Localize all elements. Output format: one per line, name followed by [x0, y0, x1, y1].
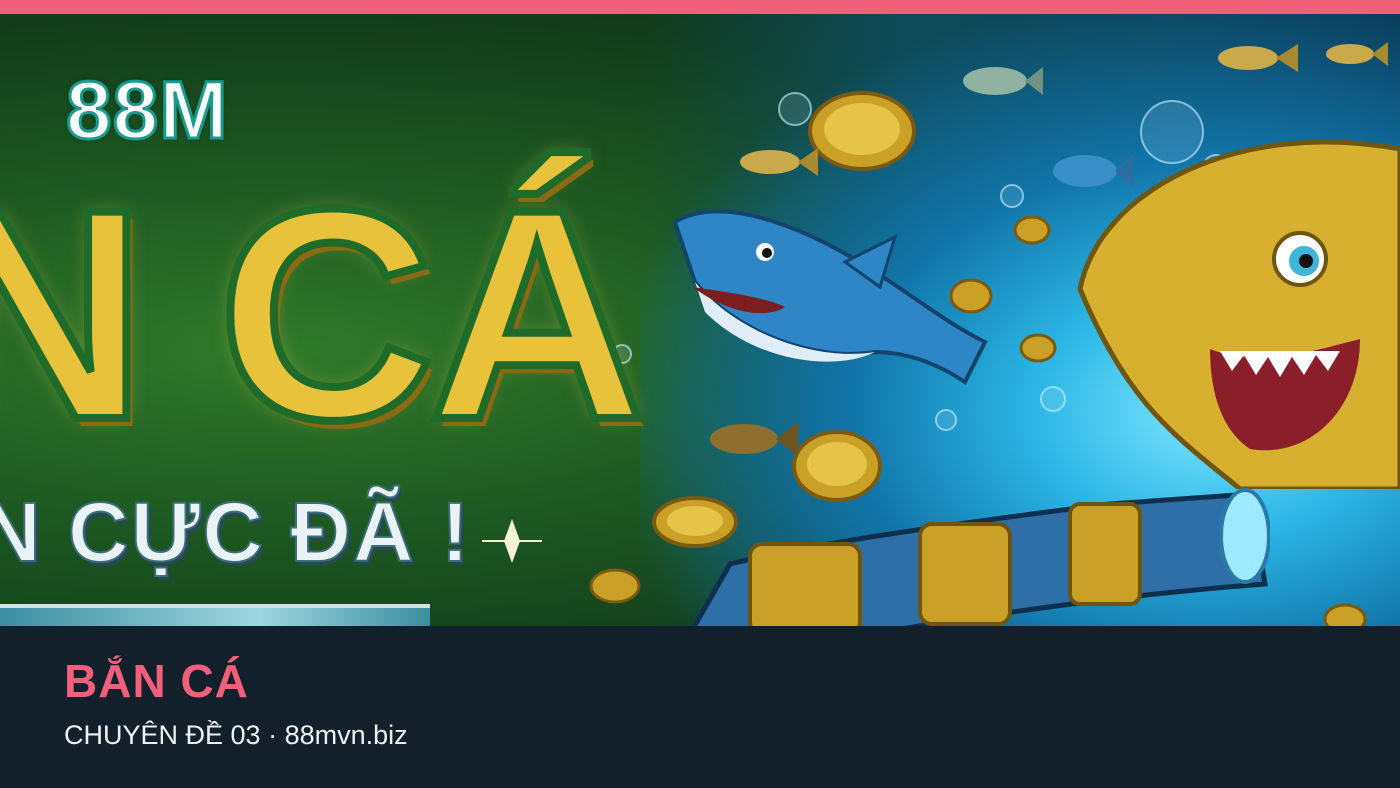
shark-icon	[672, 209, 988, 385]
hero-banner-image: 88M N CÁ N CỰC ĐÃ !	[0, 14, 1400, 626]
brand-logo: 88M	[65, 64, 230, 158]
meta-separator: ·	[268, 720, 278, 750]
bubble-icon	[1000, 184, 1024, 208]
fish-icon	[963, 67, 1043, 95]
shark-icon	[1077, 139, 1400, 489]
fish-icon	[1218, 44, 1298, 72]
cannon-icon	[691, 488, 1270, 626]
coin-icon	[808, 91, 916, 171]
coin-icon	[589, 568, 641, 604]
domain-link[interactable]: 88mvn.biz	[285, 720, 408, 750]
coin-icon	[1323, 603, 1367, 626]
fish-icon	[710, 422, 798, 456]
card-meta: CHUYÊN ĐỀ 03 · 88mvn.biz	[64, 720, 408, 751]
sparkle-icon	[482, 519, 542, 563]
coin-icon	[1019, 333, 1057, 363]
bubble-icon	[778, 92, 812, 126]
series-label: CHUYÊN ĐỀ 03	[64, 720, 261, 750]
fish-icon	[1326, 42, 1388, 66]
banner-bottom-ornament	[0, 604, 430, 626]
card-title: BẮN CÁ	[64, 655, 249, 707]
bubble-icon	[935, 409, 957, 431]
accent-top-bar	[0, 0, 1400, 14]
coin-icon	[1013, 215, 1051, 245]
banner-subline: N CỰC ĐÃ !	[0, 484, 471, 580]
fish-icon	[740, 148, 818, 176]
banner-headline: N CÁ	[0, 146, 649, 482]
